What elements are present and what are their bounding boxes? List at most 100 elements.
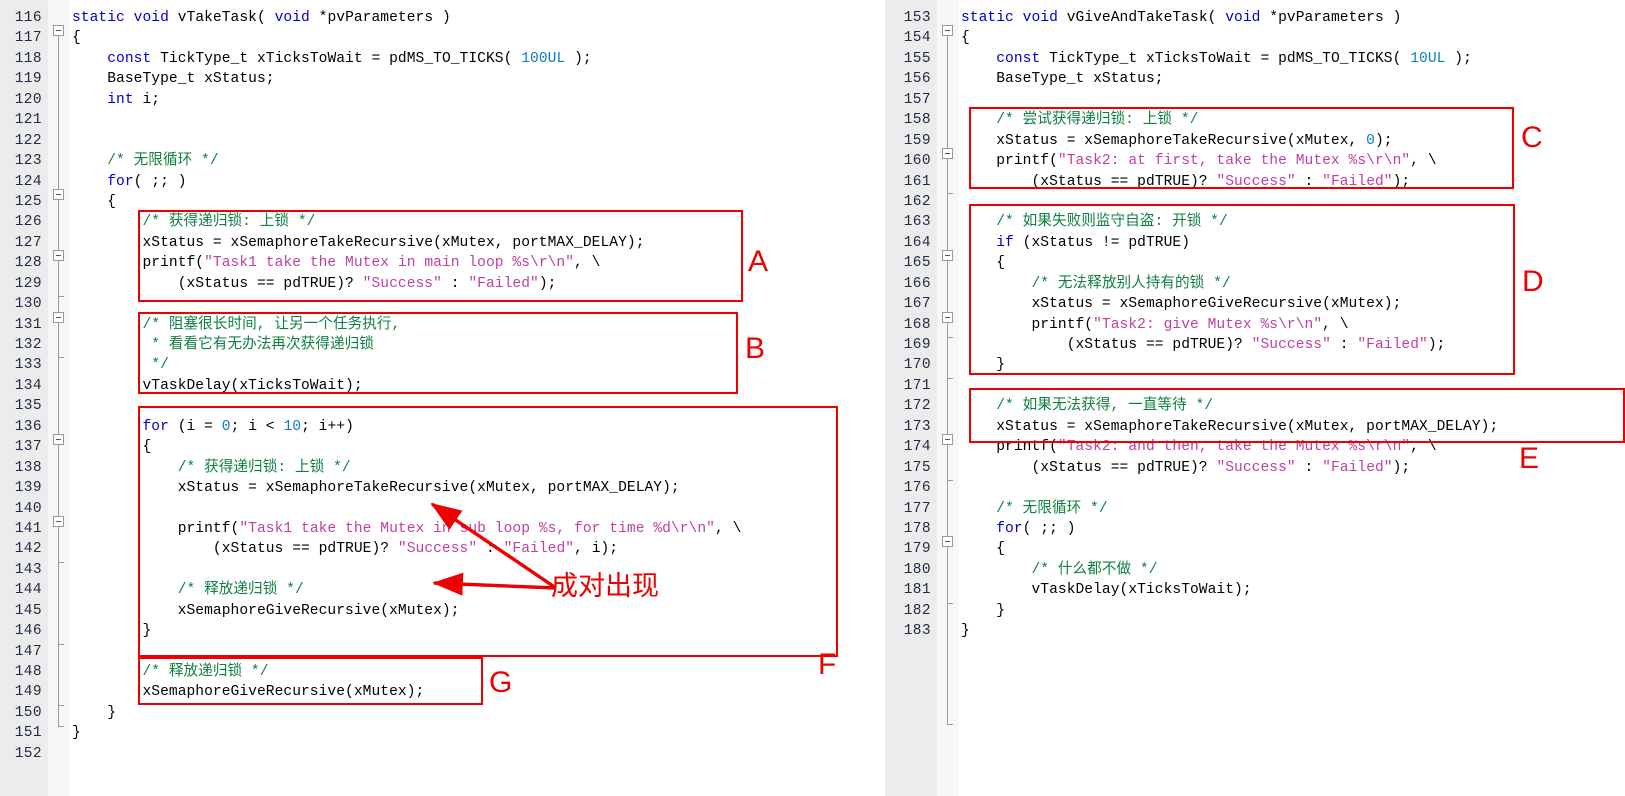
code-token-cmt: /* 获得递归锁: 上锁 */: [72, 459, 351, 476]
line-number: 176: [903, 480, 931, 497]
line-code[interactable]: BaseType_t xStatus;: [72, 69, 275, 89]
line-code[interactable]: }: [961, 621, 970, 641]
code-token-plain: (xStatus == pdTRUE)?: [72, 275, 363, 292]
line-code[interactable]: const TickType_t xTicksToWait = pdMS_TO_…: [961, 49, 1472, 69]
line-code[interactable]: /* 什么都不做 */: [961, 560, 1158, 580]
line-code[interactable]: /* 无法释放别人持有的锁 */: [961, 274, 1231, 294]
line-code[interactable]: (xStatus == pdTRUE)? "Success" : "Failed…: [961, 458, 1410, 478]
line-code[interactable]: {: [72, 192, 116, 212]
code-token-kw: for: [107, 173, 134, 190]
line-code[interactable]: }: [72, 621, 151, 641]
line-code[interactable]: }: [961, 601, 1005, 621]
code-token-kw: if: [996, 234, 1014, 251]
code-line: 140: [0, 499, 870, 519]
line-code[interactable]: printf("Task1 take the Mutex in main loo…: [72, 253, 600, 273]
line-code[interactable]: * 看看它有无办法再次获得递归锁: [72, 335, 374, 355]
line-number: 169: [903, 337, 931, 353]
code-token-str: "Failed": [1322, 173, 1393, 190]
line-code[interactable]: {: [961, 28, 970, 48]
code-line: 142 (xStatus == pdTRUE)? "Success" : "Fa…: [0, 539, 870, 559]
line-number: 144: [14, 582, 42, 599]
line-code[interactable]: printf("Task2: give Mutex %s\r\n", \: [961, 315, 1349, 335]
line-code[interactable]: /* 如果无法获得, 一直等待 */: [961, 396, 1213, 416]
line-code[interactable]: /* 释放递归锁 */: [72, 580, 304, 600]
code-token-plain: ( ;; ): [133, 173, 187, 190]
code-token-plain: );: [538, 275, 557, 292]
line-code[interactable]: static void vTakeTask( void *pvParameter…: [72, 8, 451, 28]
code-token-plain: );: [1445, 50, 1472, 67]
code-token-plain: {: [961, 30, 970, 47]
code-line: 159 xStatus = xSemaphoreTakeRecursive(xM…: [885, 131, 1625, 151]
line-code[interactable]: }: [72, 703, 116, 723]
line-code[interactable]: if (xStatus != pdTRUE): [961, 233, 1190, 253]
code-token-plain: printf(: [72, 255, 205, 272]
line-code[interactable]: for( ;; ): [961, 519, 1076, 539]
line-code[interactable]: xStatus = xSemaphoreGiveRecursive(xMutex…: [961, 294, 1401, 314]
line-number: 129: [14, 275, 42, 292]
line-code[interactable]: /* 无限循环 */: [72, 151, 219, 171]
code-token-cmt: /* 无法释放别人持有的锁 */: [961, 275, 1231, 292]
line-code[interactable]: {: [961, 539, 1005, 559]
code-panel-left: 116 static void vTakeTask( void *pvParame…: [0, 0, 870, 796]
line-number: 151: [14, 725, 42, 742]
line-code[interactable]: /* 阻塞很长时间, 让另一个任务执行,: [72, 315, 400, 335]
line-code[interactable]: printf("Task1 take the Mutex in sub loop…: [72, 519, 742, 539]
code-line: 123 /* 无限循环 */: [0, 151, 870, 171]
code-line: 125 {: [0, 192, 870, 212]
line-code[interactable]: {: [72, 437, 151, 457]
line-number: 161: [903, 173, 931, 190]
line-code[interactable]: xSemaphoreGiveRecursive(xMutex);: [72, 682, 424, 702]
line-code[interactable]: xStatus = xSemaphoreTakeRecursive(xMutex…: [961, 417, 1498, 437]
code-token-num: 10UL: [1410, 50, 1446, 67]
code-line: 151}: [0, 723, 870, 743]
line-code[interactable]: /* 尝试获得递归锁: 上锁 */: [961, 110, 1199, 130]
code-token-cmt: /* 如果无法获得, 一直等待 */: [961, 398, 1214, 415]
line-code[interactable]: printf("Task2: at first, take the Mutex …: [961, 151, 1437, 171]
line-code[interactable]: const TickType_t xTicksToWait = pdMS_TO_…: [72, 49, 592, 69]
line-code[interactable]: /* 无限循环 */: [961, 499, 1108, 519]
line-code[interactable]: (xStatus == pdTRUE)? "Success" : "Failed…: [961, 172, 1410, 192]
line-code[interactable]: static void vGiveAndTakeTask( void *pvPa…: [961, 8, 1401, 28]
line-code[interactable]: {: [961, 253, 1005, 273]
code-token-plain: }: [961, 357, 1006, 374]
code-token-str: "Failed": [1322, 459, 1393, 476]
line-code[interactable]: xStatus = xSemaphoreTakeRecursive(xMutex…: [72, 478, 680, 498]
code-line: 180 /* 什么都不做 */: [885, 560, 1625, 580]
line-number: 175: [903, 459, 931, 476]
code-token-plain: }: [961, 602, 1006, 619]
line-code[interactable]: xStatus = xSemaphoreTakeRecursive(xMutex…: [72, 233, 645, 253]
line-code[interactable]: (xStatus == pdTRUE)? "Success" : "Failed…: [72, 274, 557, 294]
line-code[interactable]: printf("Task2: and then, take the Mutex …: [961, 437, 1437, 457]
code-line: 153 static void vGiveAndTakeTask( void *p…: [885, 8, 1625, 28]
code-line: 160 printf("Task2: at first, take the Mu…: [885, 151, 1625, 171]
line-code[interactable]: xSemaphoreGiveRecursive(xMutex);: [72, 601, 460, 621]
line-code[interactable]: BaseType_t xStatus;: [961, 69, 1164, 89]
line-code[interactable]: (xStatus == pdTRUE)? "Success" : "Failed…: [72, 539, 618, 559]
code-token-kw: const: [996, 50, 1050, 67]
code-line: 138 /* 获得递归锁: 上锁 */: [0, 458, 870, 478]
line-number: 180: [903, 561, 931, 578]
line-code[interactable]: vTaskDelay(xTicksToWait);: [961, 580, 1252, 600]
line-number: 150: [14, 704, 42, 721]
code-token-str: "Success": [397, 541, 478, 558]
line-code[interactable]: }: [72, 723, 81, 743]
line-number: 168: [903, 316, 931, 333]
code-token-plain: *pvParameters ): [1269, 10, 1402, 26]
line-code[interactable]: xStatus = xSemaphoreTakeRecursive(xMutex…: [961, 131, 1393, 151]
line-code[interactable]: for (i = 0; i < 10; i++): [72, 417, 354, 437]
code-token-plain: vTaskDelay(xTicksToWait);: [961, 582, 1252, 599]
line-code[interactable]: vTaskDelay(xTicksToWait);: [72, 376, 363, 396]
line-code[interactable]: for( ;; ): [72, 172, 187, 192]
line-code[interactable]: /* 释放递归锁 */: [72, 662, 269, 682]
line-code[interactable]: }: [961, 355, 1005, 375]
line-number: 152: [14, 745, 42, 762]
line-code[interactable]: /* 如果失败则监守自盗: 开锁 */: [961, 212, 1228, 232]
line-code[interactable]: /* 获得递归锁: 上锁 */: [72, 458, 351, 478]
line-code[interactable]: (xStatus == pdTRUE)? "Success" : "Failed…: [961, 335, 1446, 355]
line-code[interactable]: /* 获得递归锁: 上锁 */: [72, 212, 315, 232]
line-code[interactable]: */: [72, 355, 169, 375]
line-code[interactable]: {: [72, 28, 81, 48]
line-code[interactable]: int i;: [72, 90, 160, 110]
line-number: 177: [903, 500, 931, 517]
